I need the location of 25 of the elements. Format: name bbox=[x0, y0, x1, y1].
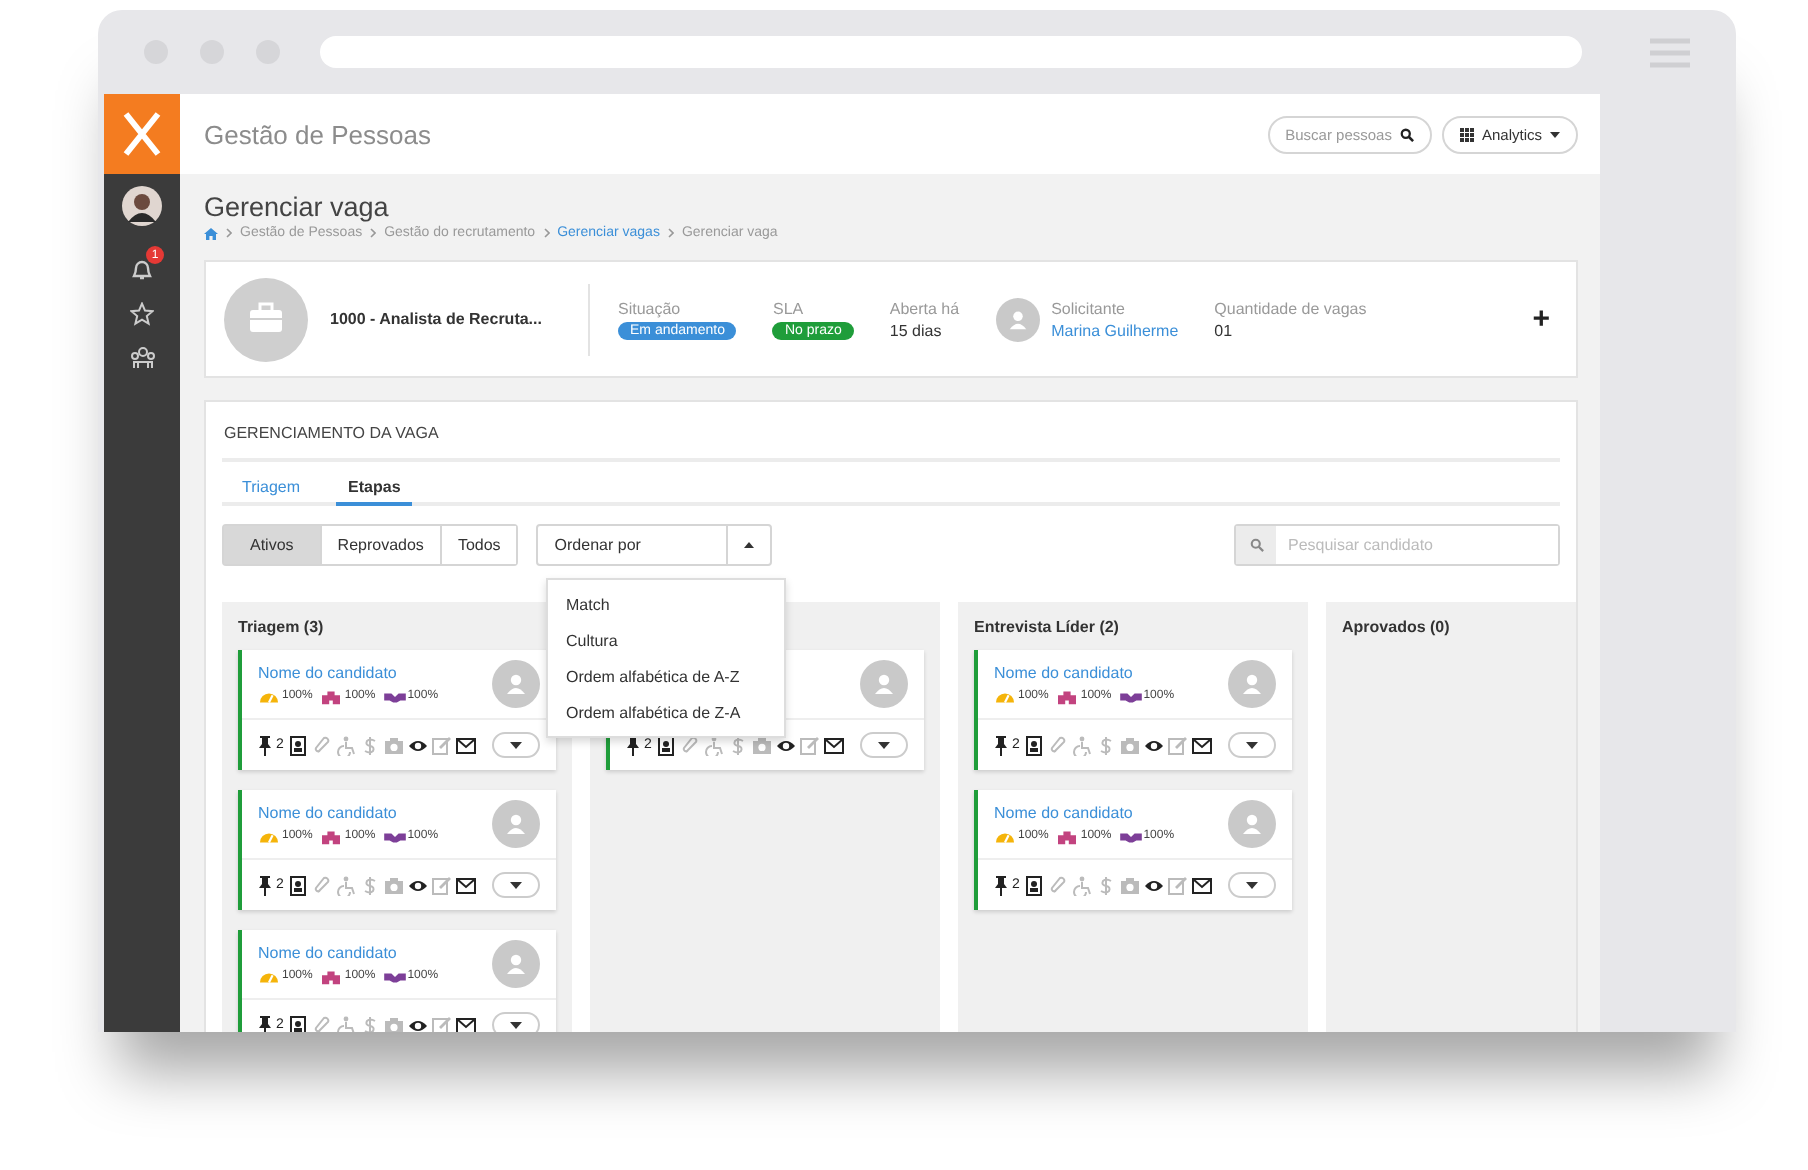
menu-option[interactable]: Cultura bbox=[548, 624, 784, 660]
column-title: Aprovados (0) bbox=[1342, 617, 1450, 635]
field-value: 15 dias bbox=[889, 321, 944, 339]
field-label: SLA bbox=[772, 299, 806, 317]
menu-option[interactable]: Match bbox=[548, 588, 784, 624]
field-label: Quantidade de vagas bbox=[1214, 299, 1367, 317]
column-title: Triagem (3) bbox=[238, 617, 324, 635]
job-title: 1000 - Analista de Recruta... bbox=[330, 310, 544, 328]
add-button[interactable]: + bbox=[1532, 302, 1550, 336]
requester-link[interactable]: Marina Guilherme bbox=[1051, 321, 1179, 339]
menu-option[interactable]: Ordem alfabética de A-Z bbox=[548, 660, 784, 696]
column-title: Entrevista Líder (2) bbox=[974, 617, 1119, 635]
tab[interactable]: Etapas bbox=[336, 478, 413, 506]
menu-option[interactable]: Ordem alfabética de Z-A bbox=[548, 696, 784, 732]
filter-button[interactable]: Ativos bbox=[224, 526, 320, 564]
field-label: Solicitante bbox=[1051, 299, 1128, 317]
filter-button[interactable]: Todos bbox=[439, 526, 517, 564]
search-field[interactable]: Pesquisar candidato bbox=[1234, 524, 1560, 566]
section-title: GERENCIAMENTO DA VAGA bbox=[222, 402, 1560, 462]
field-label: Aberta há bbox=[889, 299, 960, 317]
page-title: Gerenciar vaga bbox=[204, 192, 391, 224]
app-title: Gestão de Pessoas bbox=[204, 119, 431, 149]
sort-dropdown[interactable]: Ordenar por bbox=[536, 524, 773, 566]
field-value: 01 bbox=[1214, 321, 1235, 339]
field-label: Situação bbox=[618, 299, 683, 317]
